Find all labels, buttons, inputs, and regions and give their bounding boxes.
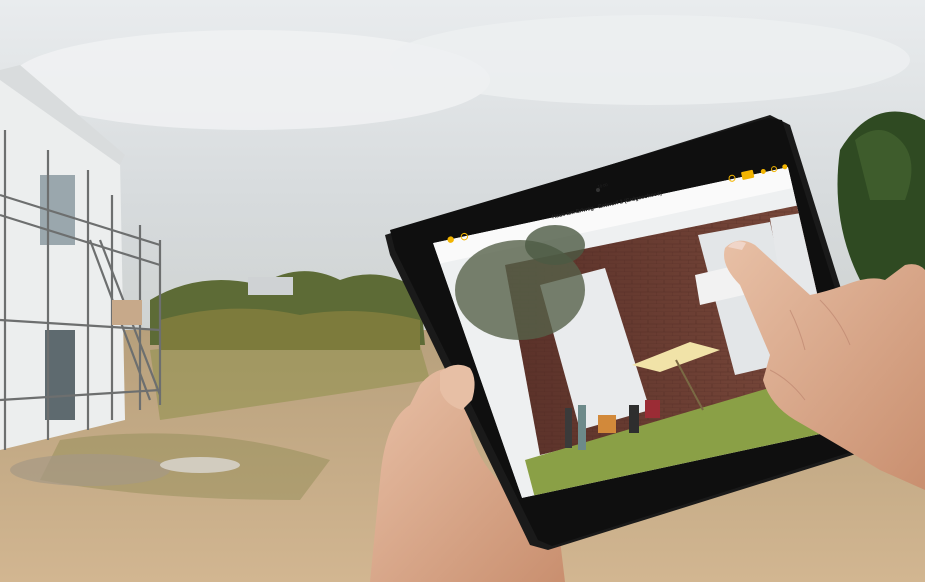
rubble — [160, 457, 240, 473]
distant-building — [248, 277, 293, 295]
scaffold-board — [112, 300, 142, 325]
bushes — [160, 308, 420, 350]
model-tree — [525, 225, 585, 265]
photo-scene: 10:00 Haus am Erlweg - Entwurf 2 (Erdges… — [0, 0, 925, 582]
chair — [598, 415, 616, 433]
rubble — [10, 454, 170, 486]
person — [578, 405, 586, 450]
person — [565, 408, 572, 448]
chair — [645, 400, 660, 418]
house-window — [45, 330, 75, 420]
cloud — [390, 15, 910, 105]
person — [629, 405, 639, 433]
